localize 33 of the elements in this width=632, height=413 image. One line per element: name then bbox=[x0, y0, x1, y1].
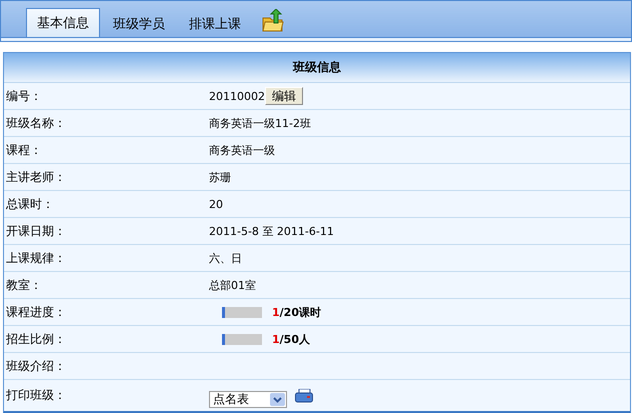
current-count: 1 bbox=[272, 332, 280, 346]
field-label: 编号： bbox=[5, 88, 43, 104]
edit-button[interactable]: 编辑 bbox=[265, 87, 303, 105]
field-label: 招生比例： bbox=[5, 330, 67, 348]
field-label: 上课规律： bbox=[5, 250, 67, 266]
field-label: 开课日期： bbox=[5, 222, 67, 240]
field-label: 教室： bbox=[5, 276, 43, 294]
chevron-icon[interactable] bbox=[270, 393, 285, 406]
field-value: 苏珊 bbox=[209, 170, 231, 184]
printer-icon[interactable] bbox=[295, 388, 313, 402]
current-count: 1 bbox=[272, 306, 280, 318]
field-value: 20110002 bbox=[209, 90, 265, 102]
total-count: /50人 bbox=[280, 332, 310, 346]
panel-title: 班级信息 bbox=[4, 53, 630, 83]
field-label: 课程进度： bbox=[5, 304, 67, 320]
tab[interactable]: 班级学员 bbox=[102, 10, 176, 38]
field-value: 商务英语一级11-2班 bbox=[209, 116, 311, 130]
field-label: 班级名称： bbox=[5, 114, 67, 132]
field-value: 商务英语一级 bbox=[209, 142, 275, 158]
field-label: 打印班级： bbox=[5, 387, 67, 404]
folder-icon[interactable] bbox=[262, 9, 284, 34]
field-label: 主讲老师： bbox=[5, 168, 67, 186]
total-count: /20课时 bbox=[280, 304, 321, 320]
field-label: 班级介绍： bbox=[5, 358, 67, 374]
tab[interactable]: 排课上课 bbox=[178, 10, 252, 38]
tab[interactable]: 基本信息 bbox=[26, 8, 100, 38]
field-value: 总部01室 bbox=[209, 278, 256, 292]
field-value: 20 bbox=[209, 198, 223, 210]
field-label: 课程： bbox=[5, 142, 43, 158]
dropdown[interactable]: 点名表 bbox=[209, 391, 287, 408]
field-value: 六、日 bbox=[209, 250, 242, 266]
field-label: 总课时： bbox=[5, 196, 55, 212]
field-value: 2011-5-8 至 2011-6-11 bbox=[209, 224, 334, 238]
